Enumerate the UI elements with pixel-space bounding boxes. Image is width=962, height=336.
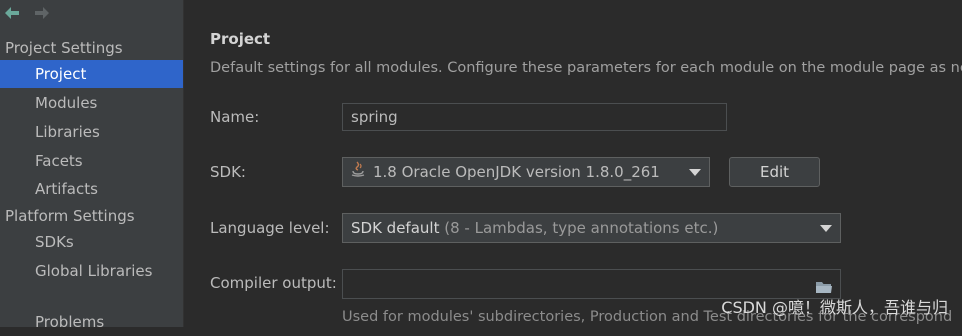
page-description: Default settings for all modules. Config…: [210, 60, 962, 76]
sdk-label: SDK:: [210, 163, 246, 181]
language-level-dropdown[interactable]: SDK default (8 - Lambdas, type annotatio…: [342, 213, 841, 243]
sidebar-item-problems[interactable]: Problems: [0, 308, 183, 336]
project-settings-panel: Project Default settings for all modules…: [184, 0, 962, 327]
project-name-input[interactable]: [342, 103, 727, 131]
nav-arrows: [4, 4, 50, 22]
java-icon: [351, 159, 367, 187]
settings-sidebar: Project Settings Project Modules Librari…: [0, 0, 184, 331]
name-label: Name:: [210, 108, 260, 126]
language-level-label: Language level:: [210, 219, 330, 237]
edit-sdk-button[interactable]: Edit: [729, 157, 820, 187]
sidebar-item-sdks[interactable]: SDKs: [0, 228, 183, 256]
sdk-value: 1.8 Oracle OpenJDK version 1.8.0_261: [373, 163, 660, 181]
sidebar-item-facets[interactable]: Facets: [0, 147, 183, 175]
compiler-output-label: Compiler output:: [210, 274, 337, 292]
forward-arrow-icon[interactable]: [34, 5, 50, 21]
sidebar-item-project[interactable]: Project: [0, 60, 183, 88]
sidebar-group-platform-settings: Platform Settings: [5, 207, 135, 225]
language-level-hint: (8 - Lambdas, type annotations etc.): [444, 219, 719, 237]
sdk-dropdown[interactable]: 1.8 Oracle OpenJDK version 1.8.0_261: [342, 157, 710, 187]
sidebar-item-global-libraries[interactable]: Global Libraries: [0, 257, 183, 285]
sidebar-item-libraries[interactable]: Libraries: [0, 118, 183, 146]
sidebar-item-modules[interactable]: Modules: [0, 89, 183, 117]
watermark-text: CSDN @噫！微斯人，吾谁与归: [721, 298, 948, 317]
back-arrow-icon[interactable]: [4, 5, 20, 21]
language-level-value: SDK default: [351, 219, 440, 237]
chevron-down-icon: [820, 225, 832, 232]
sidebar-group-project-settings: Project Settings: [5, 39, 123, 57]
chevron-down-icon: [689, 169, 701, 176]
page-title: Project: [210, 30, 271, 48]
sidebar-item-artifacts[interactable]: Artifacts: [0, 175, 183, 203]
